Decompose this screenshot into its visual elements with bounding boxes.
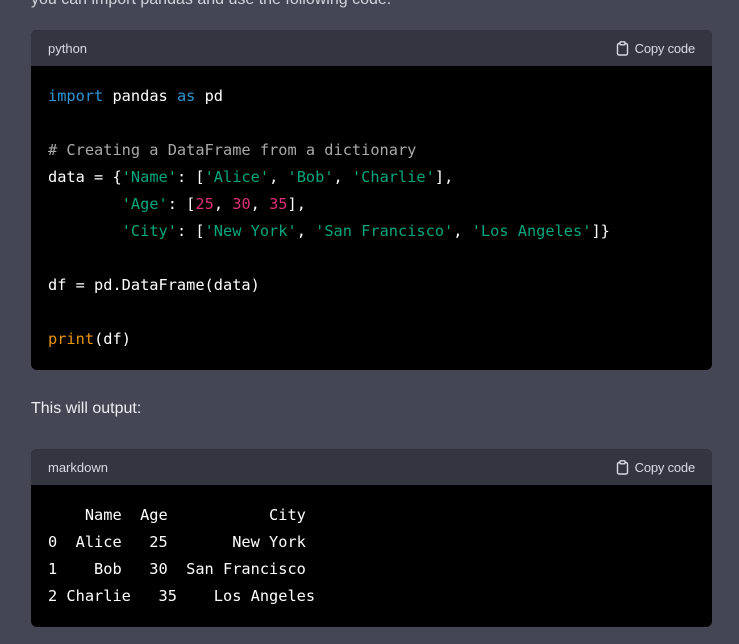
code-line: import pandas as pd — [48, 87, 223, 105]
code-token: 35 — [269, 195, 288, 213]
code-token: pd — [195, 87, 224, 105]
code-token: , — [333, 168, 352, 186]
code-block-markdown: markdown Copy code Name Age City 0 Alice… — [31, 449, 712, 627]
code-token: 'Age' — [121, 195, 168, 213]
code-token: 1 Bob 30 San Francisco — [48, 560, 306, 578]
code-token: ], — [434, 168, 454, 186]
code-line: print(df) — [48, 330, 131, 348]
code-token: , — [296, 222, 316, 240]
code-token: 0 Alice 25 New York — [48, 533, 306, 551]
code-token: , — [213, 195, 233, 213]
code-token: 'Los Angeles' — [471, 222, 592, 240]
code-block-python: python Copy code import pandas as pd # C… — [31, 30, 712, 370]
code-token: 30 — [232, 195, 251, 213]
code-token: 'Alice' — [204, 168, 270, 186]
code-content: import pandas as pd # Creating a DataFra… — [31, 66, 712, 370]
code-token: df = pd.DataFrame(data) — [48, 276, 260, 294]
code-line: df = pd.DataFrame(data) — [48, 276, 260, 294]
code-token: , — [269, 168, 288, 186]
code-token: print — [48, 330, 95, 348]
code-token: 'City' — [121, 222, 177, 240]
copy-code-button[interactable]: Copy code — [616, 460, 695, 475]
copy-code-button[interactable]: Copy code — [616, 41, 695, 56]
clipboard-icon — [616, 459, 629, 475]
code-token: , — [453, 222, 472, 240]
code-token: 'San Francisco' — [315, 222, 454, 240]
code-token: : [ — [167, 195, 196, 213]
code-token: 'New York' — [204, 222, 297, 240]
code-token: pandas — [103, 87, 177, 105]
code-header: python Copy code — [31, 30, 712, 66]
code-line: 0 Alice 25 New York — [48, 533, 306, 551]
previous-text-cutoff: you can import pandas and use the follow… — [31, 0, 391, 9]
copy-code-label: Copy code — [634, 459, 696, 475]
code-token: 'Name' — [121, 168, 177, 186]
code-language-label: markdown — [48, 459, 108, 475]
code-language-label: python — [48, 40, 88, 56]
code-line: 1 Bob 30 San Francisco — [48, 560, 306, 578]
code-token: 'Charlie' — [351, 168, 435, 186]
code-token: , — [250, 195, 270, 213]
code-token: 'Bob' — [287, 168, 334, 186]
code-token: (df) — [94, 330, 131, 348]
copy-code-label: Copy code — [634, 40, 696, 56]
code-line: 'City': ['New York', 'San Francisco', 'L… — [48, 222, 610, 240]
code-token: 25 — [195, 195, 214, 213]
code-token: data = { — [48, 168, 122, 186]
code-token: Name Age City — [48, 506, 306, 524]
clipboard-icon — [616, 40, 629, 56]
code-token: 2 Charlie 35 Los Angeles — [48, 587, 316, 605]
code-line: # Creating a DataFrame from a dictionary — [48, 141, 416, 159]
code-header: markdown Copy code — [31, 449, 712, 485]
code-token: ]} — [591, 222, 610, 240]
code-line: data = {'Name': ['Alice', 'Bob', 'Charli… — [48, 168, 453, 186]
code-line: 'Age': [25, 30, 35], — [48, 195, 306, 213]
output-description: This will output: — [31, 400, 142, 417]
code-output-content: Name Age City 0 Alice 25 New York 1 Bob … — [31, 485, 712, 627]
code-token: as — [176, 87, 196, 105]
code-token: import — [48, 87, 104, 105]
code-token: : [ — [176, 222, 205, 240]
code-token: : [ — [176, 168, 205, 186]
code-token: # Creating a DataFrame from a dictionary — [48, 141, 417, 159]
code-line: Name Age City — [48, 506, 306, 524]
code-token: ], — [287, 195, 306, 213]
code-line: 2 Charlie 35 Los Angeles — [48, 587, 315, 605]
